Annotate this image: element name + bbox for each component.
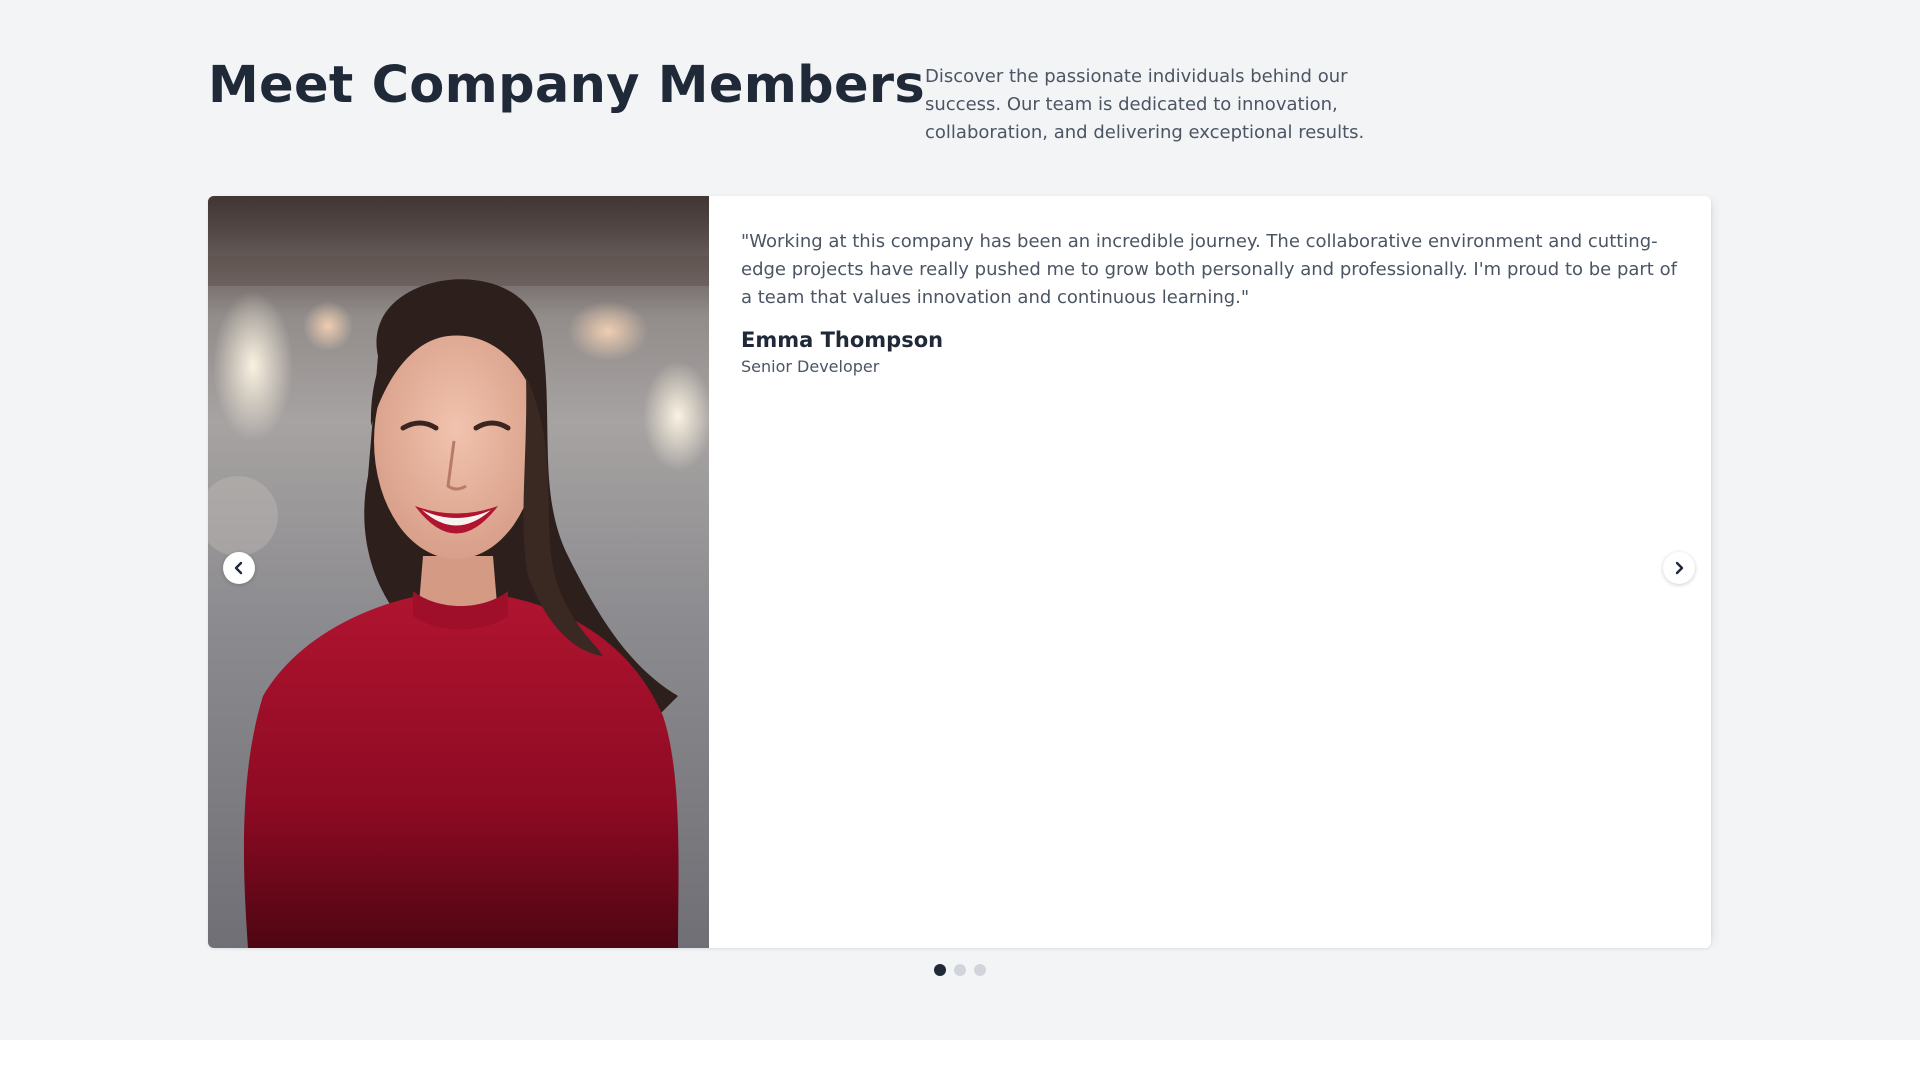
member-role: Senior Developer: [741, 357, 880, 376]
previous-slide-button[interactable]: [223, 552, 255, 584]
pagination-dot[interactable]: [934, 964, 946, 976]
portrait-photo-illustration: [208, 196, 709, 948]
testimonial-quote: "Working at this company has been an inc…: [741, 231, 1677, 308]
member-photo: [208, 196, 709, 948]
page-description: Discover the passionate individuals behi…: [925, 66, 1365, 143]
pagination-dot[interactable]: [974, 964, 986, 976]
team-section: Meet Company Members Discover the passio…: [0, 0, 1920, 1040]
pagination-dot[interactable]: [954, 964, 966, 976]
slider-pagination: [934, 964, 986, 976]
chevron-left-icon: [234, 561, 243, 575]
chevron-right-icon: [1675, 561, 1684, 575]
next-slide-button[interactable]: [1663, 552, 1695, 584]
page-title: Meet Company Members: [208, 56, 925, 115]
member-name: Emma Thompson: [741, 328, 944, 352]
testimonial-slider: "Working at this company has been an inc…: [208, 196, 1711, 948]
